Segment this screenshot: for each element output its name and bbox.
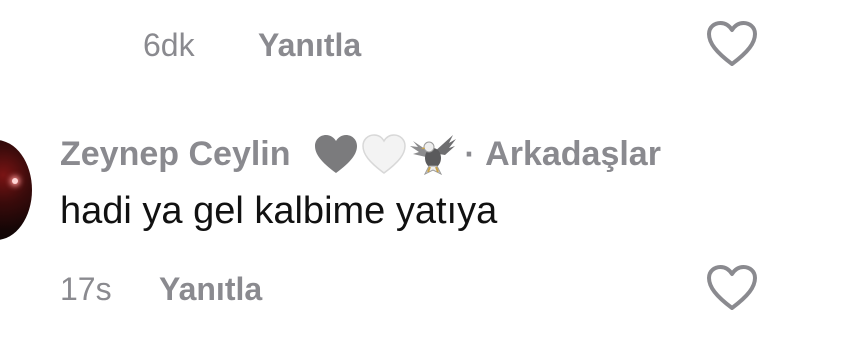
- author-badges: [313, 133, 457, 175]
- reply-button[interactable]: Yanıtla: [258, 29, 361, 61]
- grey-heart-icon: [314, 135, 357, 173]
- avatar[interactable]: [0, 140, 32, 240]
- comment-header: Zeynep Ceylin · Arkadaşlar: [60, 133, 661, 175]
- white-heart-icon: [361, 134, 406, 174]
- comment-timestamp: 6dk: [143, 27, 195, 63]
- heart-icon[interactable]: [706, 20, 758, 68]
- author-name[interactable]: Zeynep Ceylin: [60, 137, 291, 171]
- relationship-tag: Arkadaşlar: [485, 135, 661, 173]
- comment-timestamp: 17s: [60, 271, 112, 307]
- comment-text: hadi ya gel kalbime yatıya: [60, 190, 498, 232]
- comment-thread: 6dk Yanıtla Zeynep Ceylin · Arkadaşlar h…: [0, 0, 859, 358]
- separator-dot: ·: [464, 136, 476, 172]
- reply-button[interactable]: Yanıtla: [159, 273, 262, 305]
- heart-icon[interactable]: [706, 264, 758, 312]
- eagle-icon: [409, 135, 456, 175]
